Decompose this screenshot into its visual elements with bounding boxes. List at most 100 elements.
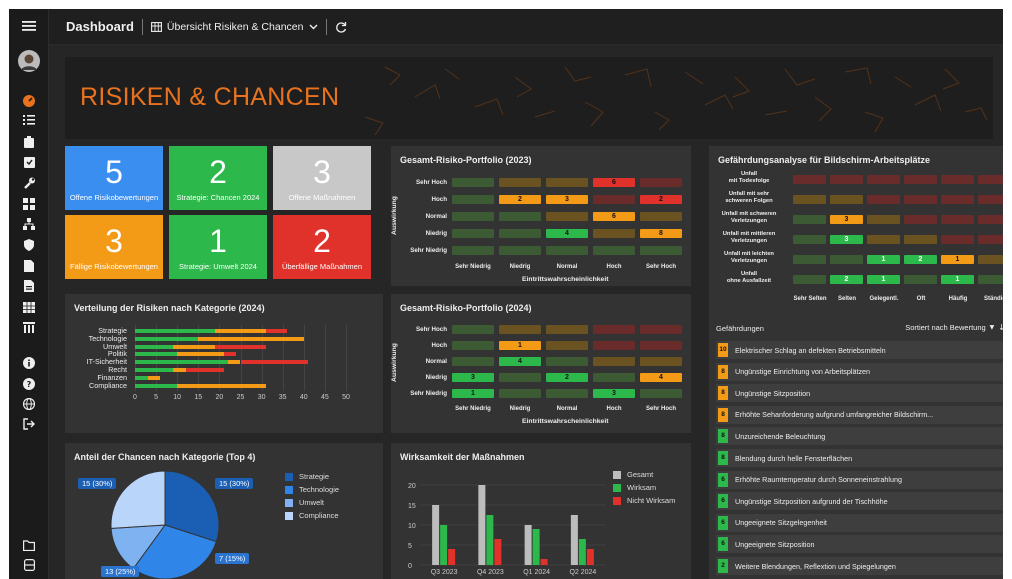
matrix-cell[interactable] xyxy=(546,246,588,255)
matrix-cell[interactable] xyxy=(499,325,541,334)
bar-segment[interactable] xyxy=(135,352,178,357)
hazard-cell[interactable] xyxy=(978,255,1003,264)
matrix-cell[interactable] xyxy=(593,373,635,382)
document-icon[interactable] xyxy=(18,257,40,275)
avatar[interactable] xyxy=(18,50,40,72)
refresh-icon[interactable] xyxy=(335,21,347,33)
matrix-cell[interactable] xyxy=(499,178,541,187)
kpi-tile[interactable]: 2 Überfällige Maßnahmen xyxy=(273,215,371,279)
matrix-cell[interactable] xyxy=(593,229,635,238)
matrix-cell[interactable] xyxy=(452,357,494,366)
logout-icon[interactable] xyxy=(18,415,40,433)
kpi-tile[interactable]: 3 Fällige Risikobewertungen xyxy=(65,215,163,279)
hazard-cell[interactable] xyxy=(793,275,826,284)
matrix-cell[interactable]: 1 xyxy=(452,389,494,398)
hazard-cell[interactable]: 2 xyxy=(904,255,937,264)
matrix-cell[interactable] xyxy=(593,325,635,334)
bar-segment[interactable] xyxy=(135,368,173,372)
matrix-cell[interactable] xyxy=(640,389,682,398)
hazard-cell[interactable] xyxy=(941,175,974,184)
folder-icon[interactable] xyxy=(18,536,40,554)
help-icon[interactable]: ? xyxy=(18,375,40,393)
matrix-cell[interactable] xyxy=(546,212,588,221)
matrix-cell[interactable] xyxy=(499,246,541,255)
matrix-cell[interactable] xyxy=(452,229,494,238)
hazard-cell[interactable] xyxy=(978,235,1003,244)
matrix-cell[interactable] xyxy=(640,341,682,350)
matrix-cell[interactable] xyxy=(546,357,588,366)
matrix-cell[interactable] xyxy=(640,212,682,221)
hazard-cell[interactable] xyxy=(867,235,900,244)
menu-icon[interactable] xyxy=(18,17,40,35)
hazard-list-item[interactable]: 8 Ungünstige Sitzposition xyxy=(716,384,1003,403)
shield-check-icon[interactable] xyxy=(18,153,40,171)
matrix-cell[interactable] xyxy=(499,373,541,382)
matrix-cell[interactable] xyxy=(593,195,635,204)
hazard-cell[interactable] xyxy=(830,255,863,264)
hazard-cell[interactable] xyxy=(941,215,974,224)
matrix-cell[interactable]: 3 xyxy=(593,389,635,398)
bar-segment[interactable] xyxy=(185,368,224,372)
globe-icon[interactable] xyxy=(18,395,40,413)
hazard-cell[interactable] xyxy=(904,195,937,204)
matrix-cell[interactable]: 4 xyxy=(640,373,682,382)
hazard-cell[interactable] xyxy=(830,195,863,204)
bar-segment[interactable] xyxy=(265,329,287,333)
matrix-cell[interactable] xyxy=(593,341,635,350)
matrix-cell[interactable]: 4 xyxy=(499,357,541,366)
hazard-cell[interactable] xyxy=(867,215,900,224)
matrix-cell[interactable]: 2 xyxy=(640,195,682,204)
hazard-cell[interactable] xyxy=(904,175,937,184)
hazard-list-item[interactable]: 8 Erhöhte Sehanforderung aufgrund umfangr… xyxy=(716,405,1003,424)
hazard-cell[interactable] xyxy=(978,195,1003,204)
bar-segment[interactable] xyxy=(215,329,266,333)
matrix-cell[interactable]: 2 xyxy=(546,373,588,382)
hazard-list-item[interactable]: 6 Ungeeignete Sitzposition xyxy=(716,535,1003,554)
hazard-cell[interactable] xyxy=(793,175,826,184)
hazard-list-item[interactable]: 6 Erhöhte Raumtemperatur durch Sonneneins… xyxy=(716,470,1003,489)
hazard-cell[interactable]: 3 xyxy=(830,235,863,244)
hazard-list-item[interactable]: 8 Blendung durch helle Fensterflächen xyxy=(716,449,1003,467)
hazard-cell[interactable] xyxy=(904,235,937,244)
matrix-cell[interactable] xyxy=(546,389,588,398)
document-text-icon[interactable] xyxy=(18,277,40,295)
matrix-cell[interactable] xyxy=(452,212,494,221)
matrix-cell[interactable] xyxy=(499,212,541,221)
bar-segment[interactable] xyxy=(135,375,148,380)
hazard-cell[interactable] xyxy=(793,195,826,204)
matrix-cell[interactable] xyxy=(452,341,494,350)
checklist-icon[interactable] xyxy=(18,111,40,129)
kpi-tile[interactable]: 2 Strategie: Chancen 2024 xyxy=(169,146,267,210)
bar-segment[interactable] xyxy=(135,329,216,333)
matrix-cell[interactable] xyxy=(452,178,494,187)
shield-icon[interactable] xyxy=(18,236,40,254)
matrix-cell[interactable] xyxy=(499,229,541,238)
bar-segment[interactable] xyxy=(147,375,161,380)
matrix-cell[interactable] xyxy=(546,178,588,187)
arrow-down-icon[interactable]: ↓ xyxy=(998,323,1003,332)
bar-segment[interactable] xyxy=(240,360,309,365)
bar-segment[interactable] xyxy=(172,344,216,349)
matrix-cell[interactable] xyxy=(499,389,541,398)
matrix-cell[interactable]: 3 xyxy=(452,373,494,382)
matrix-cell[interactable]: 3 xyxy=(546,195,588,204)
matrix-cell[interactable] xyxy=(640,178,682,187)
hazard-cell[interactable] xyxy=(941,195,974,204)
matrix-cell[interactable] xyxy=(452,246,494,255)
matrix-cell[interactable]: 6 xyxy=(593,178,635,187)
matrix-cell[interactable]: 8 xyxy=(640,229,682,238)
matrix-cell[interactable]: 4 xyxy=(546,229,588,238)
hazard-cell[interactable] xyxy=(904,215,937,224)
clipboard-icon[interactable] xyxy=(18,133,40,151)
hazard-cell[interactable]: 1 xyxy=(867,255,900,264)
hazard-cell[interactable] xyxy=(793,215,826,224)
hazard-cell[interactable] xyxy=(867,175,900,184)
hazard-cell[interactable]: 1 xyxy=(867,275,900,284)
matrix-cell[interactable] xyxy=(593,357,635,366)
bar-segment[interactable] xyxy=(135,383,178,388)
hazard-list-item[interactable]: 2 Weitere Blendungen, Reflextion und Spie… xyxy=(716,557,1003,575)
hazard-cell[interactable]: 3 xyxy=(830,215,863,224)
hazard-cell[interactable] xyxy=(978,175,1003,184)
hazard-list-item[interactable]: 8 Ungünstige Einrichtung von Arbeitsplätz… xyxy=(716,362,1003,381)
library-icon[interactable] xyxy=(18,319,40,337)
